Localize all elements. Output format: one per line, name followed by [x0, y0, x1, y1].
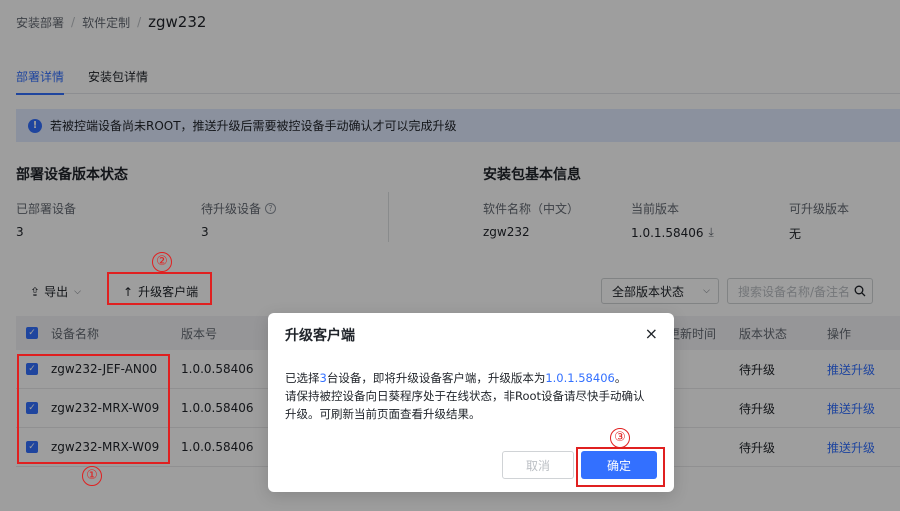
- annotation-box-upgrade-button: [107, 272, 212, 305]
- target-version: 1.0.1.58406: [545, 371, 615, 385]
- dialog-line-2: 请保持被控设备向日葵程序处于在线状态，非Root设备请尽快手动确认升级。可刷新当…: [285, 389, 645, 421]
- dialog-text: 。: [614, 371, 627, 385]
- dialog-text: 已选择: [285, 371, 320, 385]
- dialog-line-1: 已选择3台设备，即将升级设备客户端，升级版本为1.0.1.58406。: [285, 369, 656, 387]
- close-icon[interactable]: ×: [645, 325, 658, 343]
- dialog-title: 升级客户端: [285, 328, 355, 344]
- dialog-body: 已选择3台设备，即将升级设备客户端，升级版本为1.0.1.58406。 请保持被…: [285, 369, 656, 423]
- annotation-number-1: ①: [82, 466, 102, 486]
- annotation-box-confirm-button: [576, 447, 665, 487]
- selected-count: 3: [319, 371, 327, 385]
- cancel-button[interactable]: 取消: [502, 451, 574, 479]
- annotation-number-3: ③: [610, 428, 630, 448]
- annotation-box-selected-devices: [17, 354, 170, 464]
- dialog-text: 台设备，即将升级设备客户端，升级版本为: [326, 371, 546, 385]
- annotation-number-2: ②: [152, 252, 172, 272]
